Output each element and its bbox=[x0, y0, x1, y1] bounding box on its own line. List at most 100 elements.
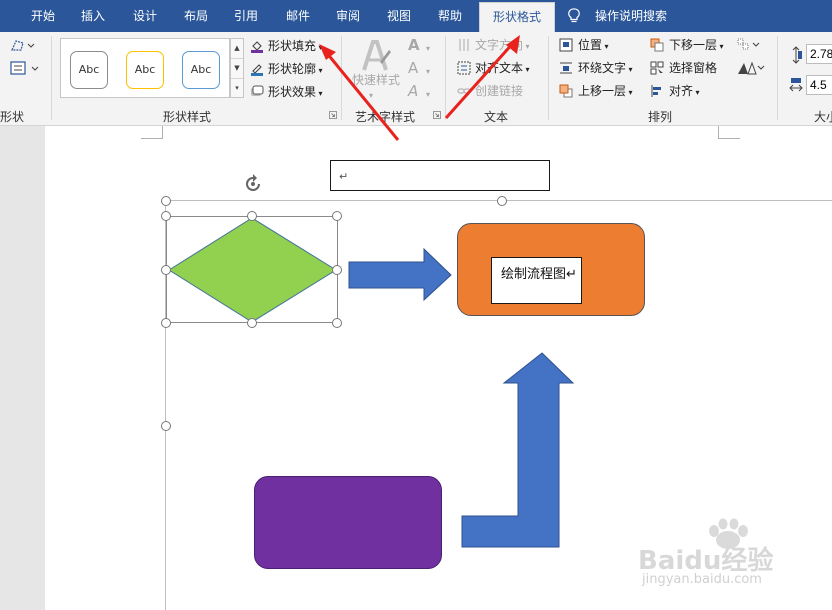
chevron-down-icon: ▾ bbox=[626, 65, 633, 74]
send-backward-icon bbox=[650, 38, 664, 52]
align-text-icon bbox=[457, 61, 471, 75]
create-link-button[interactable]: 创建链接 bbox=[475, 82, 523, 100]
rotate-handle-icon[interactable] bbox=[242, 173, 264, 195]
shape-style-gray[interactable]: Abc bbox=[70, 51, 108, 89]
gallery-more-icon[interactable]: ▾ bbox=[231, 79, 243, 99]
text-direction-button[interactable]: 文字方向 ▾ bbox=[475, 36, 530, 54]
chevron-down-icon: ▾ bbox=[717, 42, 724, 51]
text-fill-icon[interactable]: A bbox=[408, 36, 420, 54]
tab-layout[interactable]: 布局 bbox=[184, 0, 208, 32]
tab-insert[interactable]: 插入 bbox=[81, 0, 105, 32]
shape-width-input[interactable] bbox=[806, 75, 832, 95]
shape-effects-icon bbox=[251, 85, 264, 96]
tab-design[interactable]: 设计 bbox=[133, 0, 157, 32]
tab-mailings[interactable]: 邮件 bbox=[286, 0, 310, 32]
resize-handle-s[interactable] bbox=[247, 318, 257, 328]
text-effects-icon[interactable]: A bbox=[408, 82, 418, 100]
wrap-text-icon bbox=[560, 62, 572, 74]
flowchart-text: 绘制流程图↵ bbox=[501, 267, 577, 282]
text-direction-label: 文字方向 bbox=[475, 38, 524, 52]
send-backward-button[interactable]: 下移一层 ▾ bbox=[669, 36, 724, 54]
gallery-down-icon[interactable]: ▼ bbox=[231, 59, 243, 79]
quick-styles-button[interactable]: 快速样式 bbox=[352, 71, 400, 89]
dialog-launcher-icon[interactable] bbox=[433, 111, 441, 119]
canvas-handle[interactable] bbox=[161, 421, 171, 431]
crop-mark bbox=[162, 126, 163, 139]
shape-height-input[interactable] bbox=[806, 44, 832, 64]
chevron-down-icon: ▾ bbox=[316, 43, 323, 52]
shape-style-gold[interactable]: Abc bbox=[126, 51, 164, 89]
selection-pane-icon bbox=[650, 61, 664, 75]
watermark-url: jingyan.baidu.com bbox=[642, 572, 762, 587]
link-icon bbox=[457, 88, 471, 94]
shape-fill-label: 形状填充 bbox=[268, 39, 317, 53]
group-label-size: 大小 bbox=[814, 110, 832, 124]
tell-me-search[interactable]: 操作说明搜索 bbox=[595, 0, 667, 32]
gallery-up-icon[interactable]: ▲ bbox=[231, 39, 243, 59]
shape-effects-label: 形状效果 bbox=[268, 85, 317, 99]
align-objects-button[interactable]: 对齐 ▾ bbox=[669, 82, 700, 100]
selection-pane-button[interactable]: 选择窗格 bbox=[669, 59, 717, 77]
edit-shape-icon[interactable] bbox=[10, 38, 36, 52]
bring-forward-label: 上移一层 bbox=[578, 84, 627, 98]
baidu-watermark: Baidu经验 jingyan.baidu.com bbox=[638, 518, 828, 600]
bent-up-arrow-shape[interactable] bbox=[460, 350, 576, 550]
canvas-handle[interactable] bbox=[497, 196, 507, 206]
resize-handle-n[interactable] bbox=[247, 211, 257, 221]
paragraph-mark: ↵ bbox=[339, 170, 349, 183]
tab-shape-format[interactable]: 形状格式 bbox=[479, 2, 556, 32]
selection-pane-label: 选择窗格 bbox=[669, 61, 718, 75]
shape-width-icon bbox=[789, 78, 803, 92]
group-label-arrange: 排列 bbox=[648, 110, 673, 124]
paint-bucket-icon bbox=[251, 41, 263, 53]
chevron-down-icon: ▾ bbox=[426, 44, 431, 53]
text-direction-icon bbox=[459, 39, 469, 51]
crop-mark bbox=[718, 138, 740, 139]
resize-handle-ne[interactable] bbox=[332, 211, 342, 221]
shape-fill-button[interactable]: 形状填充 ▾ bbox=[268, 37, 323, 55]
flowchart-text-box[interactable]: 绘制流程图↵ bbox=[491, 257, 582, 304]
right-arrow-shape[interactable] bbox=[348, 248, 453, 302]
tab-review[interactable]: 审阅 bbox=[336, 0, 360, 32]
empty-text-box[interactable]: ↵ bbox=[330, 160, 550, 191]
text-outline-icon[interactable]: A bbox=[408, 59, 418, 77]
tab-references[interactable]: 引用 bbox=[234, 0, 258, 32]
tab-home[interactable]: 开始 bbox=[31, 0, 55, 32]
chevron-down-icon: ▾ bbox=[626, 88, 633, 97]
group-divider bbox=[51, 36, 52, 120]
crop-mark bbox=[141, 138, 163, 139]
rotate-objects-icon[interactable] bbox=[737, 61, 765, 75]
resize-handle-nw[interactable] bbox=[161, 211, 171, 221]
align-objects-label: 对齐 bbox=[669, 84, 694, 98]
lightbulb-icon bbox=[568, 8, 580, 23]
dialog-launcher-icon[interactable] bbox=[329, 111, 337, 119]
chevron-down-icon: ▾ bbox=[369, 91, 374, 100]
text-box-icon[interactable] bbox=[10, 61, 40, 75]
resize-handle-se[interactable] bbox=[332, 318, 342, 328]
position-icon bbox=[559, 38, 573, 52]
bring-forward-button[interactable]: 上移一层 ▾ bbox=[578, 82, 633, 100]
left-margin-area bbox=[0, 126, 45, 610]
group-objects-icon[interactable] bbox=[737, 38, 761, 52]
group-label-insert-shapes: 形状 bbox=[0, 110, 25, 124]
align-text-button[interactable]: 对齐文本 ▾ bbox=[475, 59, 530, 77]
chevron-down-icon: ▾ bbox=[316, 89, 323, 98]
ribbon: 形状 Abc Abc Abc ▲ ▼ ▾ 形状填充 ▾ 形状轮廓 ▾ 形状效果 … bbox=[0, 32, 832, 126]
chevron-down-icon: ▾ bbox=[693, 88, 700, 97]
quick-styles-label: 快速样式 bbox=[352, 73, 401, 87]
resize-handle-e[interactable] bbox=[332, 265, 342, 275]
resize-handle-sw[interactable] bbox=[161, 318, 171, 328]
diamond-shape[interactable] bbox=[155, 205, 350, 335]
position-button[interactable]: 位置 ▾ bbox=[578, 36, 609, 54]
gallery-scroll[interactable]: ▲ ▼ ▾ bbox=[230, 38, 244, 98]
purple-rounded-rectangle[interactable] bbox=[254, 476, 442, 569]
shape-effects-button[interactable]: 形状效果 ▾ bbox=[268, 83, 323, 101]
shape-outline-button[interactable]: 形状轮廓 ▾ bbox=[268, 60, 323, 78]
wrap-text-button[interactable]: 环绕文字 ▾ bbox=[578, 59, 633, 77]
tab-view[interactable]: 视图 bbox=[387, 0, 411, 32]
shape-style-blue[interactable]: Abc bbox=[182, 51, 220, 89]
tab-help[interactable]: 帮助 bbox=[438, 0, 462, 32]
shape-styles-gallery[interactable]: Abc Abc Abc bbox=[60, 38, 230, 98]
canvas-handle[interactable] bbox=[161, 196, 171, 206]
resize-handle-w[interactable] bbox=[161, 265, 171, 275]
